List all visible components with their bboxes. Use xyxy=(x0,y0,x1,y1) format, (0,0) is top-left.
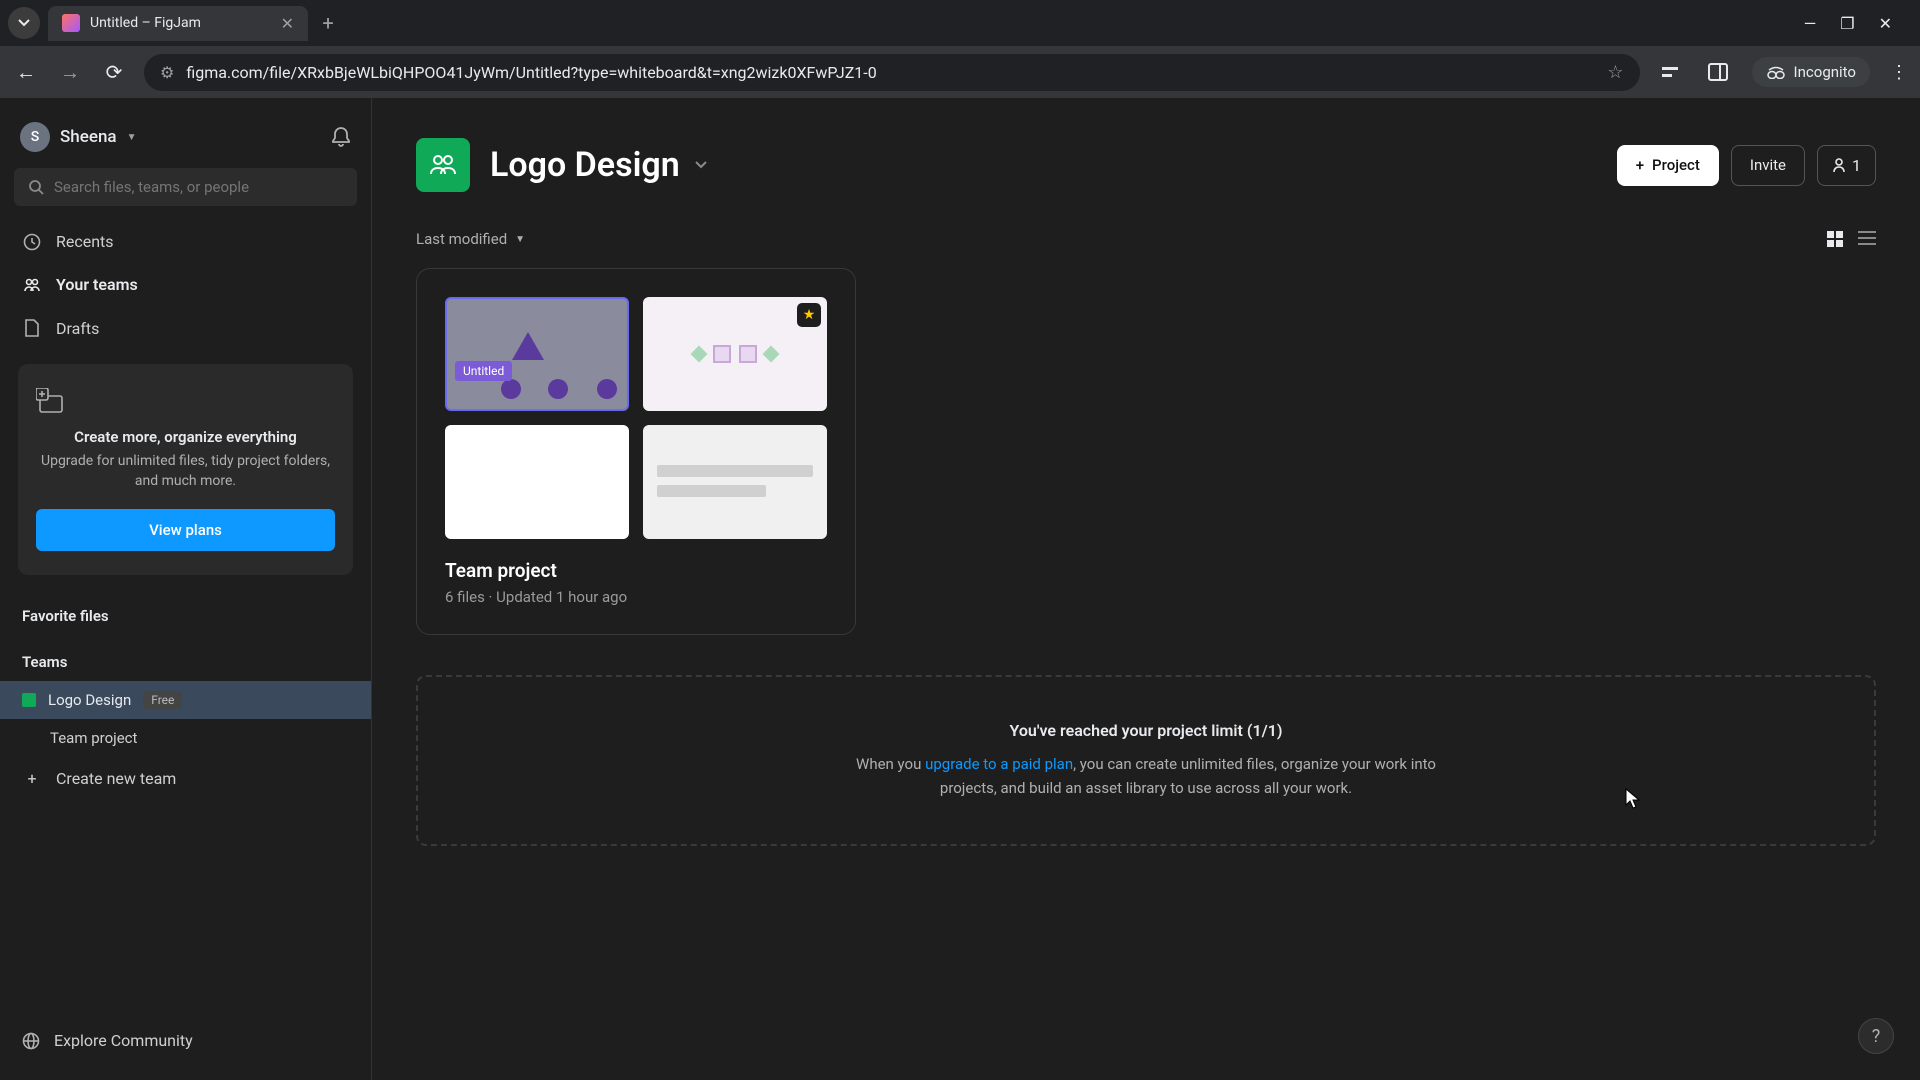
extensions-icon[interactable] xyxy=(1656,62,1684,82)
sort-dropdown[interactable]: Last modified ▼ xyxy=(416,230,525,248)
file-thumbnail[interactable]: ★ xyxy=(643,297,827,411)
tab-close-icon[interactable]: ✕ xyxy=(281,14,294,33)
nav-your-teams[interactable]: Your teams xyxy=(0,263,371,306)
file-thumbnail[interactable] xyxy=(445,425,629,539)
explore-community[interactable]: Explore Community xyxy=(0,1017,371,1064)
create-team-label: Create new team xyxy=(56,769,176,788)
file-thumbnail[interactable] xyxy=(643,425,827,539)
team-color-swatch xyxy=(22,693,36,707)
user-menu[interactable]: S Sheena ▼ xyxy=(20,122,136,152)
project-limit-banner: You've reached your project limit (1/1) … xyxy=(416,675,1876,846)
nav-label: Recents xyxy=(56,232,114,251)
user-name: Sheena xyxy=(60,127,117,147)
site-settings-icon[interactable]: ⚙ xyxy=(160,63,174,82)
team-dropdown-icon[interactable] xyxy=(694,160,708,170)
upsell-text: Upgrade for unlimited files, tidy projec… xyxy=(36,452,335,491)
tab-title: Untitled – FigJam xyxy=(90,15,271,31)
search-icon xyxy=(28,179,44,195)
figma-favicon xyxy=(62,14,80,32)
sort-label: Last modified xyxy=(416,230,507,248)
file-thumbnail[interactable]: Untitled xyxy=(445,297,629,411)
help-button[interactable]: ? xyxy=(1858,1018,1894,1054)
upsell-title: Create more, organize everything xyxy=(36,428,335,446)
page-title: Logo Design xyxy=(490,145,680,185)
upgrade-link[interactable]: upgrade to a paid plan xyxy=(925,755,1073,773)
plan-badge: Free xyxy=(143,691,182,709)
reload-button[interactable]: ⟳ xyxy=(100,60,128,84)
sidepanel-icon[interactable] xyxy=(1704,63,1732,81)
incognito-badge[interactable]: Incognito xyxy=(1752,57,1870,87)
upsell-folder-icon xyxy=(36,388,335,414)
url-text: figma.com/file/XRxbBjeWLbiQHPOO41JyWm/Un… xyxy=(186,63,1595,82)
plus-icon: + xyxy=(1636,156,1644,174)
bookmark-star-icon[interactable]: ☆ xyxy=(1607,62,1623,83)
search-input-wrap[interactable] xyxy=(14,168,357,206)
teams-icon xyxy=(22,276,42,294)
project-card[interactable]: Untitled ★ Team project 6 files · Update… xyxy=(416,268,856,635)
new-tab-button[interactable]: + xyxy=(312,7,344,39)
maximize-icon[interactable]: ❐ xyxy=(1840,14,1854,33)
main-content: Logo Design + Project Invite 1 Last modi… xyxy=(372,98,1920,1080)
nav-recents[interactable]: Recents xyxy=(0,220,371,263)
members-button[interactable]: 1 xyxy=(1817,145,1876,186)
tab-search-dropdown[interactable] xyxy=(8,7,40,39)
members-count: 1 xyxy=(1852,156,1861,175)
team-icon xyxy=(416,138,470,192)
list-view-icon[interactable] xyxy=(1858,230,1876,248)
nav-label: Drafts xyxy=(56,319,99,338)
chrome-menu-icon[interactable]: ⋮ xyxy=(1890,62,1908,83)
clock-icon xyxy=(22,233,42,251)
globe-icon xyxy=(22,1032,40,1050)
project-btn-label: Project xyxy=(1652,156,1700,174)
project-title: Team project xyxy=(445,559,827,582)
plus-icon: + xyxy=(22,769,42,788)
chevron-down-icon: ▼ xyxy=(515,234,525,245)
upsell-card: Create more, organize everything Upgrade… xyxy=(18,364,353,575)
view-plans-button[interactable]: View plans xyxy=(36,509,335,551)
search-input[interactable] xyxy=(54,178,343,196)
team-item-logo-design[interactable]: Logo Design Free xyxy=(0,681,371,719)
favorites-section-label: Favorite files xyxy=(0,589,371,635)
new-project-button[interactable]: + Project xyxy=(1617,145,1719,186)
team-name: Logo Design xyxy=(48,691,131,709)
project-meta: 6 files · Updated 1 hour ago xyxy=(445,588,827,606)
back-button[interactable]: ← xyxy=(12,60,40,85)
close-window-icon[interactable]: ✕ xyxy=(1879,14,1892,33)
limit-text: When you upgrade to a paid plan, you can… xyxy=(826,752,1466,800)
chevron-down-icon: ▼ xyxy=(127,132,137,143)
avatar: S xyxy=(20,122,50,152)
nav-label: Your teams xyxy=(56,275,138,294)
forward-button[interactable]: → xyxy=(56,60,84,85)
incognito-label: Incognito xyxy=(1794,63,1856,81)
incognito-icon xyxy=(1766,65,1786,79)
thumb-label: Untitled xyxy=(455,361,512,381)
sidebar: S Sheena ▼ Recents Your teams xyxy=(0,98,372,1080)
teams-section-label: Teams xyxy=(0,635,371,681)
drafts-icon xyxy=(22,318,42,338)
limit-title: You've reached your project limit (1/1) xyxy=(462,721,1830,740)
address-bar[interactable]: ⚙ figma.com/file/XRxbBjeWLbiQHPOO41JyWm/… xyxy=(144,54,1640,91)
grid-view-icon[interactable] xyxy=(1826,230,1844,248)
create-team-button[interactable]: + Create new team xyxy=(0,757,371,800)
person-icon xyxy=(1832,157,1846,173)
invite-button[interactable]: Invite xyxy=(1731,145,1805,186)
nav-drafts[interactable]: Drafts xyxy=(0,306,371,350)
team-project-item[interactable]: Team project xyxy=(0,719,371,757)
browser-tab[interactable]: Untitled – FigJam ✕ xyxy=(48,6,308,41)
explore-label: Explore Community xyxy=(54,1031,193,1050)
notifications-icon[interactable] xyxy=(331,126,351,148)
minimize-icon[interactable]: ― xyxy=(1804,14,1817,33)
